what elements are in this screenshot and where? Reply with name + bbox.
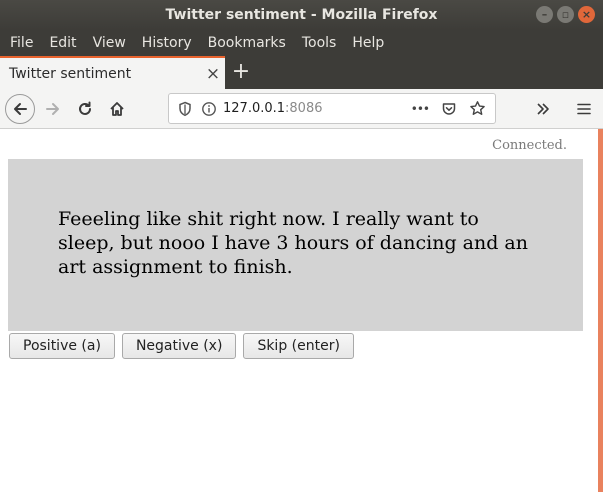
menu-history[interactable]: History [134,35,200,51]
navigation-toolbar: 127.0.0.1:8086 ••• [0,89,603,129]
reload-icon [79,101,91,115]
menu-tools[interactable]: Tools [294,35,345,51]
maximize-button[interactable]: ▫ [557,6,574,23]
reload-button[interactable] [70,94,100,124]
url-bar[interactable]: 127.0.0.1:8086 ••• [168,93,496,124]
tab-strip: Twitter sentiment × + [0,56,603,89]
site-info-icon[interactable] [201,101,217,117]
bookmark-star-icon[interactable] [469,100,486,117]
tracking-shield-icon[interactable] [177,101,193,117]
page-actions-icon[interactable]: ••• [411,102,430,116]
forward-arrow-icon [46,103,59,115]
tab-title: Twitter sentiment [9,65,132,82]
url-host: 127.0.0.1 [223,101,286,116]
home-icon [110,102,124,116]
window-title: Twitter sentiment - Mozilla Firefox [165,7,438,23]
url-text[interactable]: 127.0.0.1:8086 [223,101,323,116]
tab-close-icon[interactable]: × [201,64,225,84]
tweet-panel: Feeeling like shit right now. I really w… [8,159,583,331]
overflow-menu-button[interactable] [528,94,558,124]
menu-file[interactable]: File [2,35,41,51]
menu-help[interactable]: Help [344,35,392,51]
forward-button[interactable] [38,94,68,124]
back-button[interactable] [5,94,35,124]
classification-buttons: Positive (a) Negative (x) Skip (enter) [9,333,354,359]
tab-twitter-sentiment[interactable]: Twitter sentiment × [0,56,225,89]
menu-edit[interactable]: Edit [41,35,84,51]
minimize-button[interactable]: – [536,6,553,23]
positive-button[interactable]: Positive (a) [9,333,115,359]
connection-status: Connected. [492,138,567,153]
home-button[interactable] [102,94,132,124]
negative-button[interactable]: Negative (x) [121,333,237,359]
pocket-icon[interactable] [441,101,457,117]
hamburger-menu-button[interactable] [569,94,599,124]
url-port: :8086 [285,101,323,116]
page-scrollbar[interactable] [598,129,603,492]
window-titlebar: Twitter sentiment - Mozilla Firefox – ▫ … [0,0,603,30]
menu-view[interactable]: View [85,35,134,51]
double-chevron-right-icon [537,103,549,115]
new-tab-button[interactable]: + [229,59,253,85]
skip-button[interactable]: Skip (enter) [243,333,354,359]
tweet-text: Feeeling like shit right now. I really w… [58,208,528,278]
window-controls: – ▫ × [536,6,595,23]
menu-bookmarks[interactable]: Bookmarks [200,35,294,51]
hamburger-icon [577,103,591,115]
close-window-button[interactable]: × [578,6,595,23]
menu-bar: File Edit View History Bookmarks Tools H… [0,30,603,56]
back-arrow-icon [14,103,27,115]
